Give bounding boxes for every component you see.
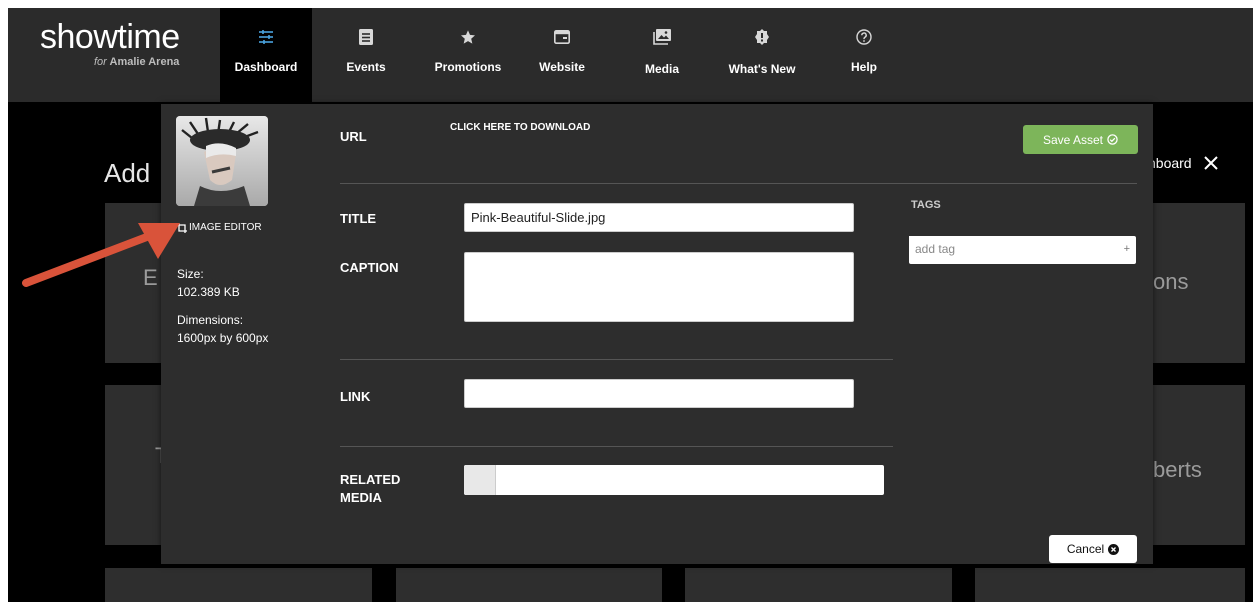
dashboard-tile[interactable]: berts bbox=[1153, 385, 1245, 545]
nav-item-media[interactable]: Media bbox=[626, 8, 698, 102]
question-icon bbox=[856, 26, 872, 48]
tags-label: TAGS bbox=[911, 199, 941, 211]
divider bbox=[340, 359, 893, 360]
nav-item-whats-new[interactable]: What's New bbox=[716, 8, 808, 102]
nav-label: Media bbox=[644, 62, 679, 76]
star-icon bbox=[460, 26, 476, 48]
title-label: TITLE bbox=[340, 211, 377, 226]
caption-label: CAPTION bbox=[340, 260, 399, 275]
tags-field[interactable]: + bbox=[909, 236, 1136, 264]
tile-label: berts bbox=[1153, 457, 1202, 482]
image-editor-link[interactable]: IMAGE EDITOR bbox=[177, 222, 262, 233]
brand-logo[interactable]: showtime for Amalie Arena bbox=[40, 18, 180, 68]
related-media-label-line1: RELATED bbox=[340, 472, 401, 487]
nav-label: Website bbox=[539, 60, 585, 74]
app-window: showtime for Amalie Arena Dashboard Even… bbox=[8, 8, 1253, 602]
list-icon bbox=[359, 26, 373, 48]
divider bbox=[340, 446, 893, 447]
dashboard-tile[interactable]: ons bbox=[1153, 203, 1245, 363]
dashboard-tile[interactable]: T bbox=[105, 385, 168, 545]
brand-name: showtime bbox=[40, 18, 180, 56]
images-icon bbox=[653, 26, 671, 48]
nav-label: Events bbox=[346, 60, 386, 74]
add-tag-plus[interactable]: + bbox=[1124, 243, 1130, 255]
nav-label: What's New bbox=[728, 62, 796, 76]
window-icon bbox=[554, 26, 570, 48]
caption-textarea[interactable] bbox=[464, 252, 854, 322]
dimensions-label: Dimensions: bbox=[177, 313, 244, 327]
save-asset-label: Save Asset bbox=[1042, 132, 1104, 147]
related-media-label-line2: MEDIA bbox=[340, 490, 382, 505]
brand-sub-prefix: for bbox=[94, 56, 107, 68]
badge-icon bbox=[754, 26, 770, 48]
dashboard-tile[interactable] bbox=[396, 568, 662, 602]
link-label: LINK bbox=[340, 389, 371, 404]
brand-venue: for Amalie Arena bbox=[94, 56, 179, 68]
close-circle-icon bbox=[1108, 543, 1120, 555]
tile-label: ons bbox=[1153, 269, 1189, 294]
dashboard-link-label: hboard bbox=[1148, 155, 1192, 171]
url-label: URL bbox=[340, 129, 367, 144]
nav-item-promotions[interactable]: Promotions bbox=[428, 8, 508, 102]
brand-venue-name: Amalie Arena bbox=[109, 56, 180, 68]
save-asset-button[interactable]: Save Asset bbox=[1023, 125, 1138, 154]
nav-label: Dashboard bbox=[234, 60, 298, 74]
top-nav-bar: showtime for Amalie Arena Dashboard Even… bbox=[8, 8, 1253, 102]
cancel-label: Cancel bbox=[1066, 542, 1105, 556]
nav-label: Help bbox=[850, 60, 877, 74]
sliders-icon bbox=[258, 26, 274, 48]
dashboard-tile[interactable] bbox=[975, 568, 1245, 602]
check-circle-icon bbox=[1107, 134, 1118, 145]
nav-item-help[interactable]: Help bbox=[834, 8, 894, 102]
link-input[interactable] bbox=[464, 379, 854, 408]
title-input[interactable] bbox=[464, 203, 854, 232]
size-value: 102.389 KB bbox=[177, 285, 240, 299]
divider bbox=[340, 183, 1137, 184]
nav-label: Promotions bbox=[434, 60, 502, 74]
image-editor-label: IMAGE EDITOR bbox=[189, 222, 262, 233]
add-tag-input[interactable] bbox=[909, 236, 1099, 262]
nav-item-website[interactable]: Website bbox=[526, 8, 598, 102]
asset-thumbnail[interactable] bbox=[176, 116, 268, 206]
annotation-arrow-icon bbox=[22, 223, 180, 287]
cancel-button[interactable]: Cancel bbox=[1049, 535, 1137, 563]
dimensions-value: 1600px by 600px bbox=[177, 331, 269, 345]
close-icon[interactable] bbox=[1203, 156, 1218, 170]
related-media-picker[interactable] bbox=[464, 465, 884, 495]
page-title: Add bbox=[104, 158, 151, 188]
edit-asset-modal: IMAGE EDITOR Size: 102.389 KB Dimensions… bbox=[161, 104, 1153, 564]
nav-item-dashboard[interactable]: Dashboard bbox=[220, 8, 312, 102]
download-link[interactable]: CLICK HERE TO DOWNLOAD bbox=[450, 122, 590, 133]
back-to-dashboard-link[interactable]: hboard bbox=[1148, 155, 1218, 171]
nav-item-events[interactable]: Events bbox=[330, 8, 402, 102]
related-media-browse-button[interactable] bbox=[464, 465, 496, 495]
dashboard-tile[interactable] bbox=[105, 568, 372, 602]
dashboard-tile[interactable] bbox=[685, 568, 952, 602]
